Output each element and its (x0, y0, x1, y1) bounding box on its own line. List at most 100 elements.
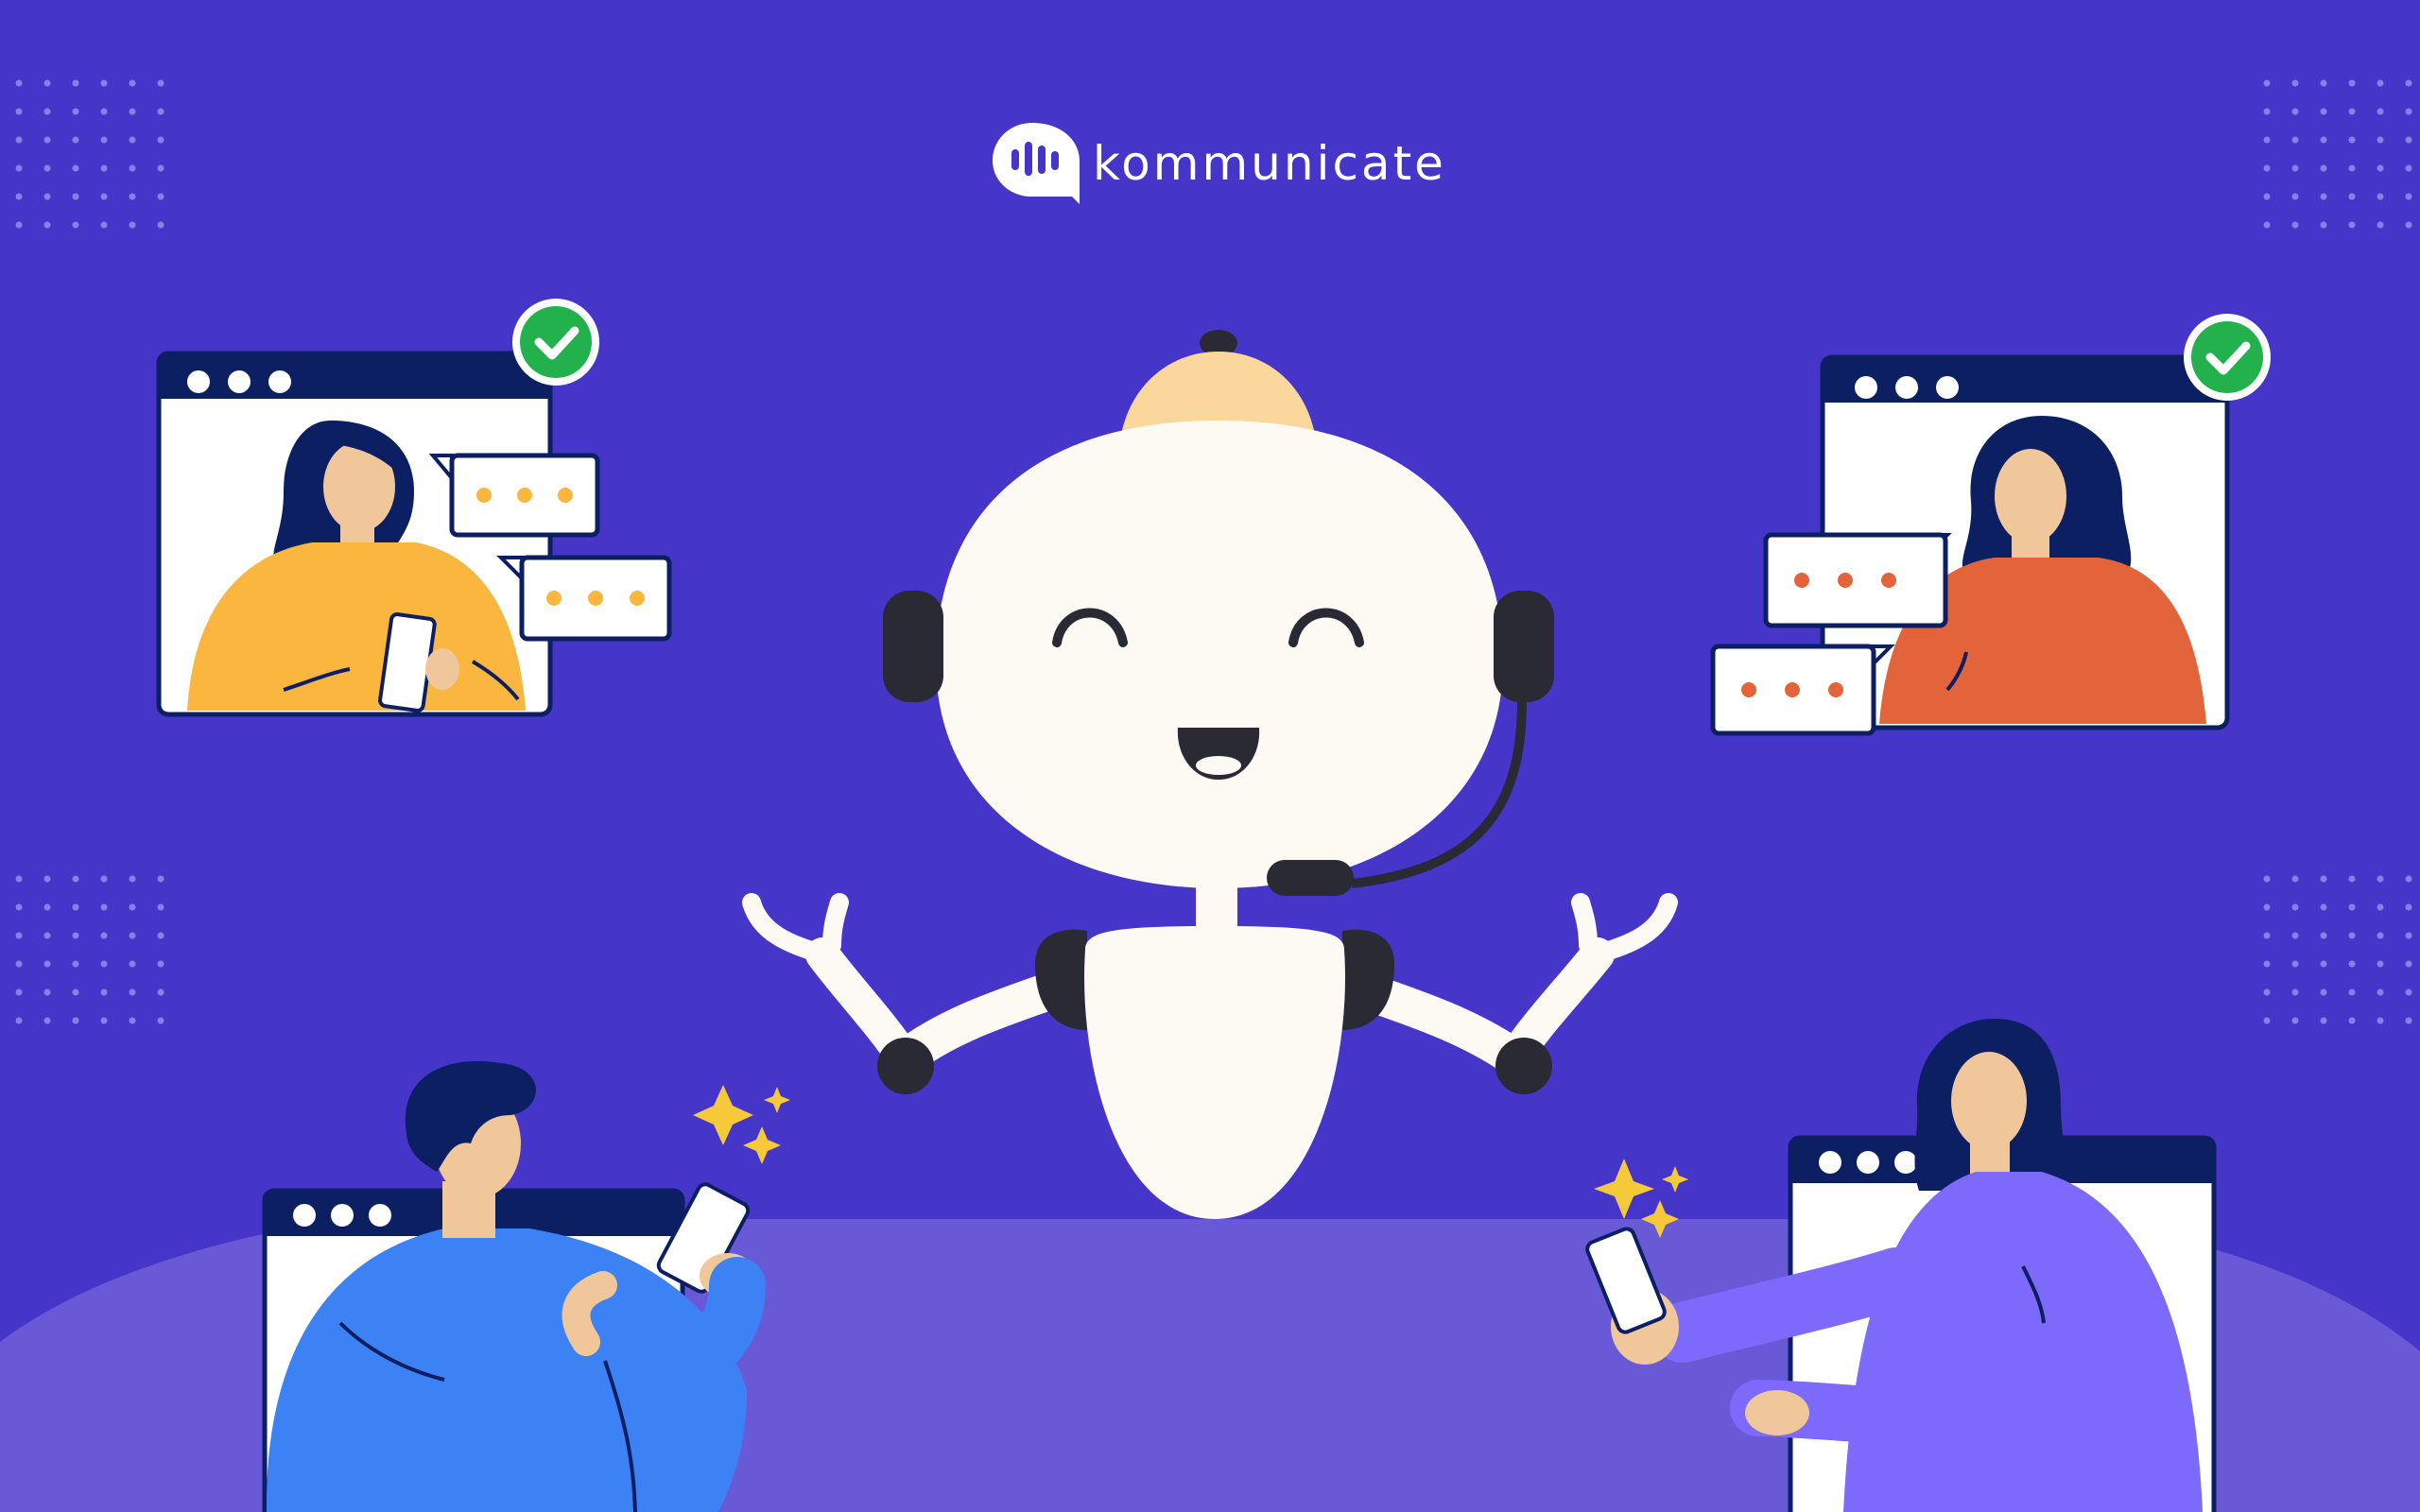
grid-dot (15, 221, 23, 229)
grid-dot (100, 193, 108, 200)
grid-dot (2405, 79, 2412, 87)
grid-dot (15, 875, 23, 883)
grid-dot (157, 1017, 164, 1024)
grid-dot (129, 932, 136, 939)
grid-dot (100, 79, 108, 87)
brand-name: kommunicate (1093, 136, 1446, 191)
grid-dot (2348, 875, 2356, 883)
grid-dot (2320, 79, 2327, 87)
illustration-canvas: kommunicate (0, 0, 2420, 1512)
grid-dot (2263, 221, 2271, 229)
grid-dot (100, 932, 108, 939)
grid-dot (2405, 903, 2412, 911)
grid-dot (2405, 108, 2412, 115)
grid-dot (72, 988, 79, 996)
grid-dot (129, 960, 136, 968)
grid-dot (100, 903, 108, 911)
grid-dot (2291, 79, 2299, 87)
grid-dot (2348, 79, 2356, 87)
grid-dot (43, 988, 51, 996)
grid-dot (43, 108, 51, 115)
grid-dot (2291, 193, 2299, 200)
grid-dot (15, 932, 23, 939)
grid-dot (15, 1017, 23, 1024)
grid-dot (157, 221, 164, 229)
grid-dot (2405, 136, 2412, 144)
grid-dot (100, 221, 108, 229)
grid-dot (2348, 108, 2356, 115)
grid-dot (2320, 164, 2327, 172)
grid-dot (129, 988, 136, 996)
grid-dot (2263, 960, 2271, 968)
grid-dot (100, 960, 108, 968)
grid-dot (72, 932, 79, 939)
grid-dot (2405, 988, 2412, 996)
grid-dot (2320, 988, 2327, 996)
grid-dot (2320, 1017, 2327, 1024)
grid-dot (72, 960, 79, 968)
brand-logo: kommunicate (991, 121, 1446, 206)
grid-dot (2320, 221, 2327, 229)
grid-dot (157, 136, 164, 144)
grid-dot (2291, 875, 2299, 883)
grid-dot (2405, 1017, 2412, 1024)
typing-dots-icon (496, 555, 672, 642)
grid-dot (72, 875, 79, 883)
grid-dot (157, 875, 164, 883)
grid-dot (100, 988, 108, 996)
grid-dot (129, 221, 136, 229)
grid-dot (2377, 960, 2384, 968)
grid-dot (2405, 875, 2412, 883)
grid-dot (2263, 193, 2271, 200)
grid-dot (15, 164, 23, 172)
grid-dot (43, 960, 51, 968)
grid-dot (2377, 932, 2384, 939)
grid-dot (2348, 903, 2356, 911)
grid-dot (43, 164, 51, 172)
grid-dot (2348, 221, 2356, 229)
grid-dot (129, 875, 136, 883)
grid-dot (2348, 988, 2356, 996)
grid-dot (2263, 136, 2271, 144)
grid-dot (157, 932, 164, 939)
grid-dot (157, 903, 164, 911)
grid-dot (100, 875, 108, 883)
grid-dot (43, 903, 51, 911)
grid-dot (157, 164, 164, 172)
grid-dot (72, 108, 79, 115)
grid-dot (2291, 960, 2299, 968)
grid-dot (15, 79, 23, 87)
grid-dot (72, 136, 79, 144)
grid-dot (2377, 875, 2384, 883)
typing-dots-icon (428, 453, 600, 538)
grid-dot (2320, 932, 2327, 939)
grid-dot (2377, 164, 2384, 172)
grid-dot (72, 164, 79, 172)
grid-dot (157, 79, 164, 87)
grid-dot (2348, 1017, 2356, 1024)
grid-dot (2263, 164, 2271, 172)
grid-dot (2320, 193, 2327, 200)
grid-dot (43, 932, 51, 939)
grid-dot (43, 79, 51, 87)
grid-dot (2320, 875, 2327, 883)
grid-dot (100, 136, 108, 144)
grid-dot (2405, 193, 2412, 200)
typing-dots-icon (1763, 532, 1952, 628)
speech-bubble-logo-icon (991, 121, 1085, 206)
grid-dot (2348, 136, 2356, 144)
grid-dot (2263, 875, 2271, 883)
grid-dot (2405, 164, 2412, 172)
grid-dot (129, 164, 136, 172)
typing-dots-icon (1710, 644, 1895, 736)
grid-dot (129, 1017, 136, 1024)
grid-dot (2377, 221, 2384, 229)
grid-dot (72, 79, 79, 87)
grid-dot (15, 108, 23, 115)
grid-dot (157, 193, 164, 200)
grid-dot (2320, 903, 2327, 911)
grid-dot (2263, 79, 2271, 87)
grid-dot (2377, 1017, 2384, 1024)
grid-dot (43, 1017, 51, 1024)
grid-dot (2263, 988, 2271, 996)
